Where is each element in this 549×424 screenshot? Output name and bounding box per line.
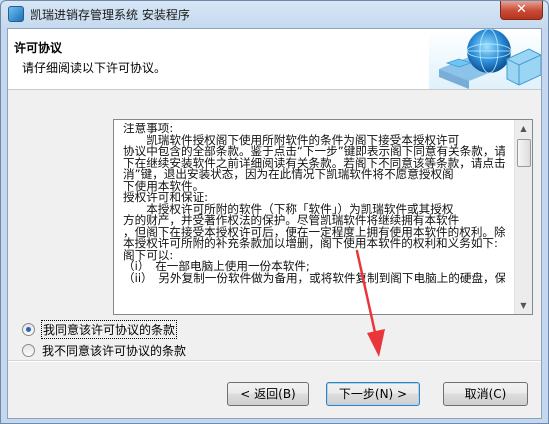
decline-option[interactable]: 我不同意该许可协议的条款 <box>22 342 187 358</box>
wizard-header: 许可协议 请仔细阅读以下许可协议。 <box>8 29 541 90</box>
back-button[interactable]: < 返回(B) <box>227 382 309 406</box>
page-subtitle: 请仔细阅读以下许可协议。 <box>22 61 167 75</box>
accept-radio[interactable] <box>22 322 35 336</box>
globe-cube-logo-icon <box>429 29 541 89</box>
license-text-box[interactable]: 注意事项: 凯瑞软件授权阁下使用所附软件的条件为阁下接受本授权许可 协议中包含的… <box>113 119 533 315</box>
scrollbar-thumb[interactable] <box>517 139 531 167</box>
scroll-up-icon[interactable]: ▲ <box>515 120 532 137</box>
scroll-down-icon[interactable]: ▼ <box>515 297 532 314</box>
footer-divider <box>8 360 541 362</box>
accept-option[interactable]: 我同意该许可协议的条款 <box>22 319 178 339</box>
license-line: （ii） 另外复制一份软件做为备用，或将软件复制到阁下电脑上的硬盘，保留 <box>123 270 505 285</box>
license-agreement-text: 注意事项: 凯瑞软件授权阁下使用所附软件的条件为阁下接受本授权许可 协议中包含的… <box>123 123 505 311</box>
wizard-page: 许可协议 请仔细阅读以下许可协议。 注意事项: 凯瑞软件授权阁下使用所附软件的条… <box>7 28 542 419</box>
title-bar: 凯瑞进销存管理系统 安装程序 ✕ <box>1 1 548 27</box>
installer-window: 凯瑞进销存管理系统 安装程序 ✕ 许可协议 请仔细阅读以下许可协议。 注意事项:… <box>0 0 549 424</box>
vertical-scrollbar[interactable]: ▲ ▼ <box>514 120 532 314</box>
installer-icon <box>8 6 24 22</box>
decline-radio[interactable] <box>22 343 35 357</box>
close-button[interactable]: ✕ <box>500 1 543 20</box>
license-line: 本授权许可所附的补充条款加以增删，阁下使用本软件的权利和义务如下: <box>123 236 498 250</box>
next-button[interactable]: 下一步(N) > <box>326 382 420 406</box>
page-title: 许可协议 <box>14 41 63 55</box>
accept-label[interactable]: 我同意该许可协议的条款 <box>41 319 178 339</box>
cancel-button[interactable]: 取消(C) <box>443 382 528 406</box>
decline-label[interactable]: 我不同意该许可协议的条款 <box>41 342 187 359</box>
window-title: 凯瑞进销存管理系统 安装程序 <box>30 8 190 22</box>
